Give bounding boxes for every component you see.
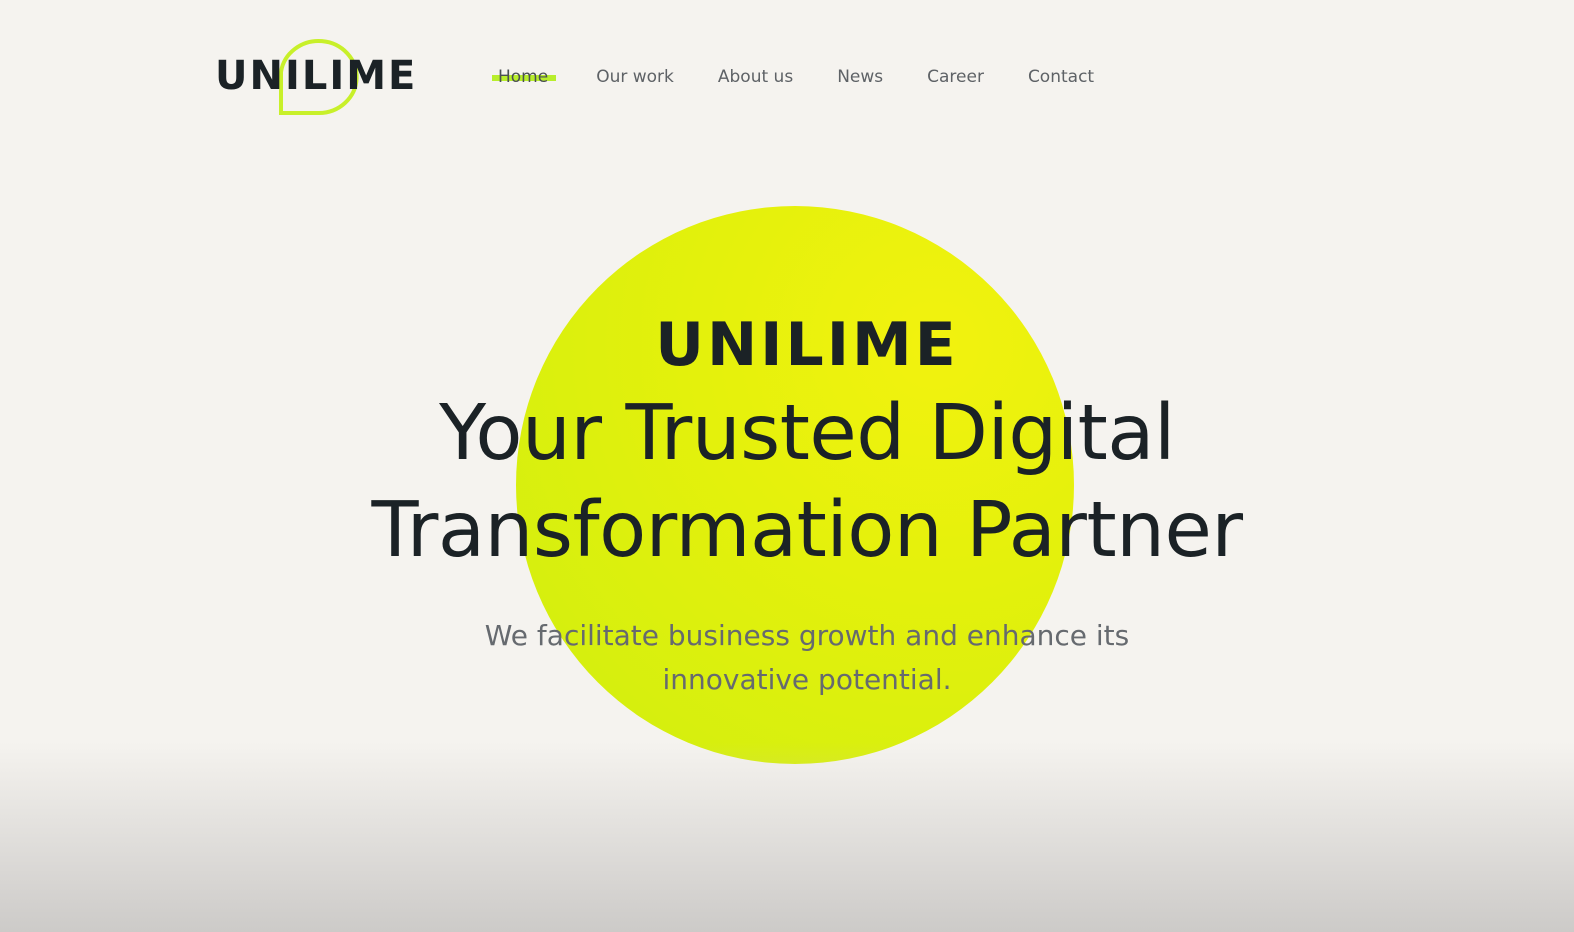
hero-subtitle-line-2: innovative potential. bbox=[662, 663, 952, 696]
bottom-fade bbox=[0, 742, 1574, 932]
hero-subtitle: We facilitate business growth and enhanc… bbox=[0, 614, 1574, 702]
hero-title-line-2: Transformation Partner bbox=[371, 486, 1243, 575]
nav-item-career[interactable]: Career bbox=[923, 64, 988, 90]
nav-item-label: About us bbox=[717, 67, 794, 87]
main-nav: Home Our work About us News Career Conta… bbox=[492, 64, 1098, 90]
nav-item-about-us[interactable]: About us bbox=[714, 64, 797, 90]
hero-subtitle-line-1: We facilitate business growth and enhanc… bbox=[484, 619, 1130, 652]
hero-title: Your Trusted Digital Transformation Part… bbox=[0, 385, 1574, 579]
logo[interactable]: UNILIME bbox=[215, 36, 420, 116]
nav-item-label: Home bbox=[498, 67, 549, 87]
hero-title-line-1: Your Trusted Digital bbox=[439, 389, 1175, 478]
nav-item-label: Our work bbox=[596, 67, 674, 87]
nav-item-contact[interactable]: Contact bbox=[1024, 64, 1098, 90]
nav-item-news[interactable]: News bbox=[833, 64, 887, 90]
nav-item-label: Contact bbox=[1027, 67, 1095, 87]
hero-brand: UNILIME bbox=[655, 310, 959, 380]
nav-item-home[interactable]: Home bbox=[492, 64, 557, 90]
nav-item-label: Career bbox=[927, 67, 984, 87]
nav-item-our-work[interactable]: Our work bbox=[592, 64, 678, 90]
nav-item-label: News bbox=[837, 67, 884, 87]
logo-text: UNILIME bbox=[215, 53, 418, 99]
